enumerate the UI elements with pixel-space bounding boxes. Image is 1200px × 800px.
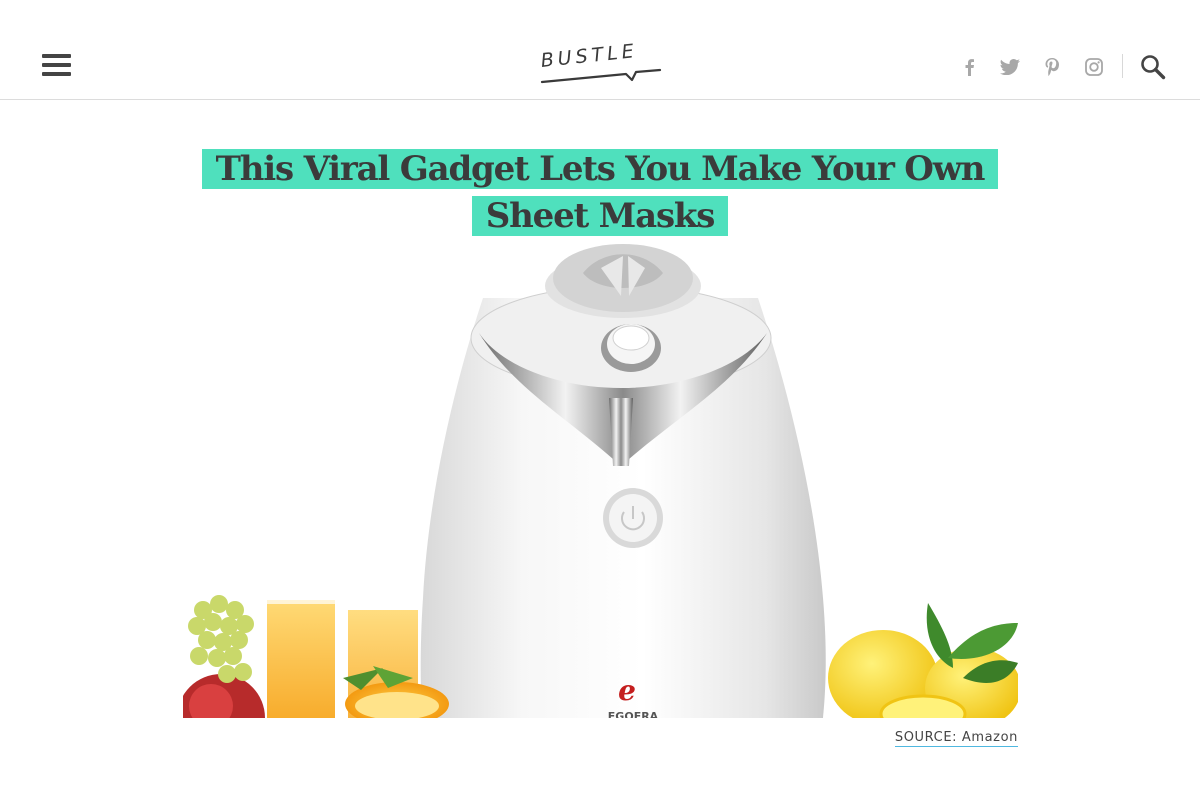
image-brand-text: EGOERA bbox=[608, 710, 659, 718]
twitter-icon[interactable] bbox=[999, 56, 1021, 78]
instagram-icon[interactable] bbox=[1083, 56, 1105, 78]
header-divider bbox=[1122, 54, 1123, 78]
pinterest-icon[interactable] bbox=[1041, 56, 1063, 78]
article-title-text: This Viral Gadget Lets You Make Your Own… bbox=[201, 149, 999, 236]
site-logo[interactable]: BUSTLE bbox=[540, 40, 664, 86]
article-hero-image: e EGOERA bbox=[183, 238, 1018, 718]
hamburger-menu-icon[interactable] bbox=[42, 54, 72, 78]
image-source-link[interactable]: SOURCE: Amazon bbox=[894, 730, 1018, 747]
article-title: This Viral Gadget Lets You Make Your Own… bbox=[160, 146, 1040, 240]
facebook-icon[interactable] bbox=[958, 56, 980, 78]
svg-text:e: e bbox=[618, 674, 636, 707]
site-header: BUSTLE bbox=[0, 0, 1200, 100]
search-icon[interactable] bbox=[1140, 54, 1166, 80]
face-mask-machine-image: e EGOERA bbox=[183, 244, 1018, 718]
logo-underline-icon bbox=[540, 68, 662, 84]
